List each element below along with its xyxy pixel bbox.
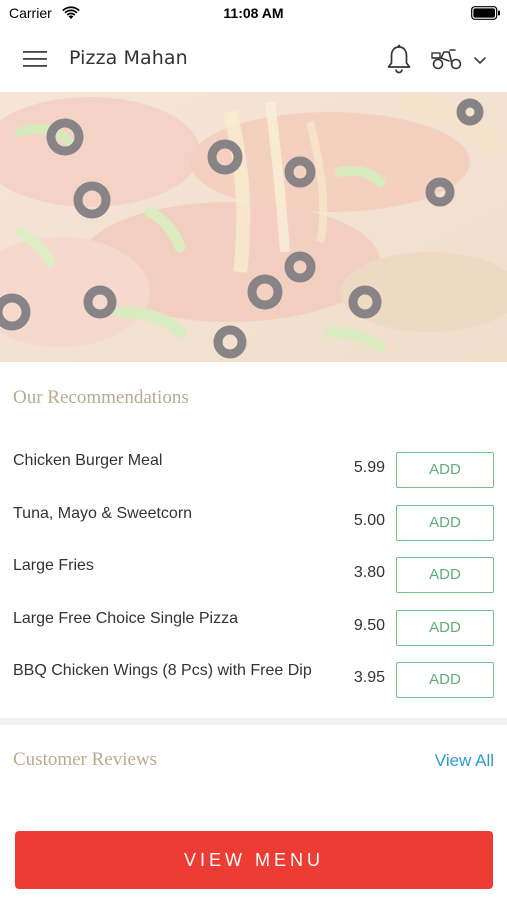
item-price: 9.50 [353, 617, 385, 634]
chevron-down-icon [474, 57, 486, 64]
view-all-reviews-link[interactable]: View All [435, 751, 494, 771]
page-title: Pizza Mahan [69, 47, 188, 69]
view-menu-button[interactable]: VIEW MENU [15, 831, 493, 889]
reviews-title: Customer Reviews [13, 749, 158, 770]
list-item: Tuna, Mayo & Sweetcorn 5.00 ADD [0, 493, 507, 545]
item-name: Large Fries [13, 557, 94, 574]
item-name: Large Free Choice Single Pizza [13, 610, 239, 627]
pizza-photo [0, 92, 507, 362]
hero-banner [0, 92, 507, 362]
item-name: BBQ Chicken Wings (8 Pcs) with Free Dip [13, 662, 312, 679]
item-price: 5.00 [353, 512, 385, 529]
item-price: 5.99 [353, 459, 385, 476]
delivery-mode-selector[interactable] [429, 44, 493, 74]
list-item: Chicken Burger Meal 5.99 ADD [0, 440, 507, 492]
bell-icon[interactable] [384, 43, 414, 75]
add-button[interactable]: ADD [396, 452, 494, 488]
battery-icon [471, 6, 500, 20]
item-price: 3.95 [353, 669, 385, 686]
hamburger-menu-icon[interactable] [20, 46, 50, 72]
list-item: Large Free Choice Single Pizza 9.50 ADD [0, 598, 507, 650]
add-button[interactable]: ADD [396, 662, 494, 698]
list-item: BBQ Chicken Wings (8 Pcs) with Free Dip … [0, 650, 507, 702]
item-name: Tuna, Mayo & Sweetcorn [13, 505, 193, 522]
add-button[interactable]: ADD [396, 505, 494, 541]
status-bar: Carrier 11:08 AM [0, 0, 507, 26]
item-price: 3.80 [353, 564, 385, 581]
item-name: Chicken Burger Meal [13, 452, 163, 469]
list-item: Large Fries 3.80 ADD [0, 545, 507, 597]
add-button[interactable]: ADD [396, 557, 494, 593]
clock: 11:08 AM [223, 5, 284, 21]
section-divider [0, 718, 507, 725]
app-header: Pizza Mahan [0, 26, 507, 92]
add-button[interactable]: ADD [396, 610, 494, 646]
recommendations-title: Our Recommendations [13, 387, 189, 408]
scooter-icon [431, 49, 486, 70]
